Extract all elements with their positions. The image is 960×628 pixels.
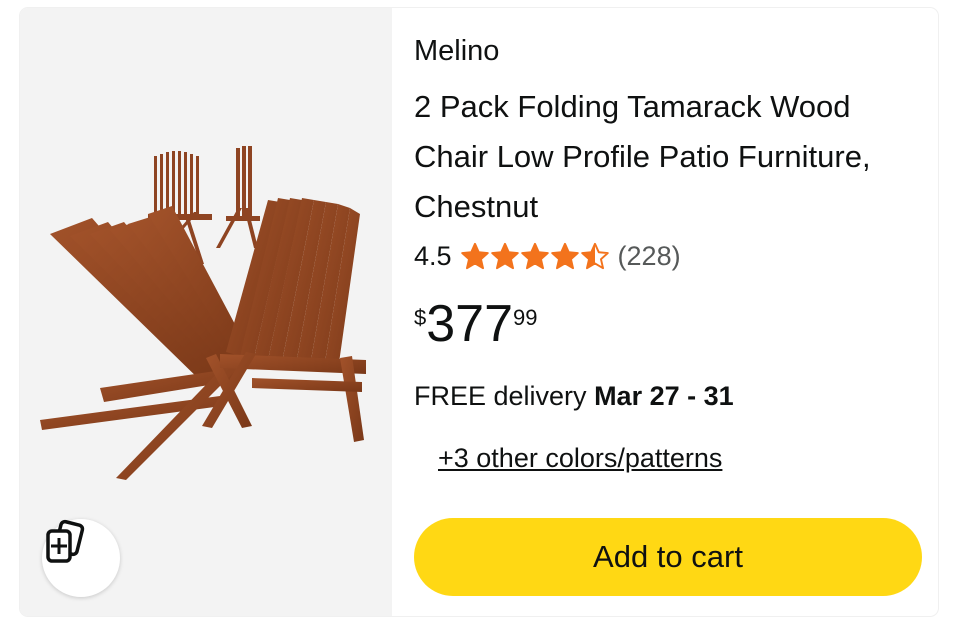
product-title[interactable]: 2 Pack Folding Tamarack Wood Chair Low P… bbox=[414, 82, 919, 232]
product-image[interactable] bbox=[20, 8, 392, 616]
delivery-date: Mar 27 - 31 bbox=[594, 381, 734, 411]
rating-row[interactable]: 4.5 (228) bbox=[414, 238, 681, 274]
price: $ 377 99 bbox=[414, 294, 538, 354]
star-half-icon bbox=[580, 242, 609, 270]
star-full-icon bbox=[550, 242, 579, 270]
star-full-icon bbox=[520, 242, 549, 270]
add-to-compare-icon bbox=[46, 519, 85, 563]
star-rating bbox=[460, 242, 610, 270]
delivery-prefix: FREE delivery bbox=[414, 381, 587, 411]
rating-value: 4.5 bbox=[414, 241, 452, 271]
price-whole: 377 bbox=[426, 295, 514, 353]
product-details: Melino 2 Pack Folding Tamarack Wood Chai… bbox=[414, 8, 924, 616]
price-fraction: 99 bbox=[513, 305, 538, 330]
delivery-info: FREE delivery Mar 27 - 31 bbox=[414, 378, 734, 414]
review-count[interactable]: (228) bbox=[618, 238, 681, 274]
brand-name: Melino bbox=[414, 35, 500, 67]
star-full-icon bbox=[490, 242, 519, 270]
star-full-icon bbox=[460, 242, 489, 270]
add-to-cart-button[interactable]: Add to cart bbox=[414, 518, 922, 596]
price-symbol: $ bbox=[414, 305, 427, 330]
other-colors-link[interactable]: +3 other colors/patterns bbox=[438, 440, 722, 476]
product-card[interactable]: Melino 2 Pack Folding Tamarack Wood Chai… bbox=[20, 8, 938, 616]
add-to-compare-button[interactable] bbox=[42, 519, 120, 597]
